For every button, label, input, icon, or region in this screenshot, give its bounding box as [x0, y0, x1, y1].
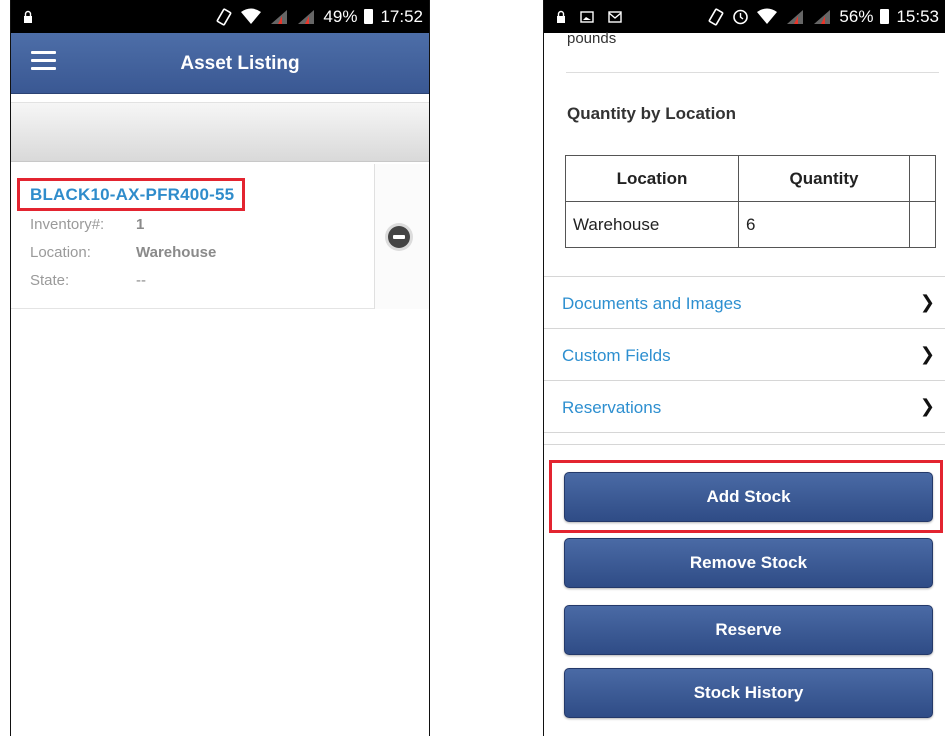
asset-title-link[interactable]: BLACK10-AX-PFR400-55	[17, 178, 246, 211]
mail-icon	[608, 10, 622, 23]
inventory-row: Inventory#: 1	[30, 216, 144, 233]
battery-percent: 49%	[323, 6, 358, 26]
state-label: State:	[30, 272, 70, 289]
wifi-icon	[756, 8, 778, 25]
signal-icon	[269, 9, 289, 25]
app-header: Asset Listing	[11, 33, 429, 94]
link-label: Custom Fields	[562, 346, 671, 365]
chevron-right-icon: ❯	[919, 344, 935, 364]
signal-icon	[785, 9, 805, 25]
reserve-button[interactable]: Reserve	[564, 605, 933, 655]
cell-extra	[909, 201, 936, 248]
signal-icon	[812, 9, 832, 25]
stock-history-button[interactable]: Stock History	[564, 668, 933, 718]
asset-detail-screen: 56% 15:53 pounds Quantity by Location Lo…	[543, 0, 945, 736]
chevron-right-icon: ❯	[919, 396, 935, 416]
lock-icon	[23, 10, 33, 24]
remove-stock-button[interactable]: Remove Stock	[564, 538, 933, 588]
location-value: Warehouse	[136, 244, 217, 261]
image-notification-icon	[580, 10, 594, 23]
battery-percent: 56%	[839, 6, 874, 26]
table-row: Warehouse 6	[565, 201, 936, 248]
custom-fields-link[interactable]: Custom Fields ❯	[544, 329, 945, 381]
quantity-by-location-table: Location Quantity Warehouse 6	[565, 155, 936, 248]
asset-list-item[interactable]: BLACK10-AX-PFR400-55 Inventory#: 1 Locati…	[11, 164, 429, 309]
status-bar: 49% 17:52	[11, 0, 429, 33]
location-label: Location:	[30, 244, 91, 261]
vibrate-icon	[707, 8, 725, 26]
link-label: Documents and Images	[562, 294, 742, 313]
remove-circle-icon[interactable]	[388, 226, 410, 248]
location-row: Location: Warehouse	[30, 244, 216, 261]
inventory-value: 1	[136, 216, 145, 233]
page-title: Asset Listing	[180, 53, 300, 74]
documents-and-images-link[interactable]: Documents and Images ❯	[544, 277, 945, 329]
filter-toolbar	[11, 102, 429, 162]
detail-links: Documents and Images ❯ Custom Fields ❯ R…	[544, 276, 945, 445]
link-label: Reservations	[562, 398, 662, 417]
column-header-extra	[909, 155, 936, 202]
add-stock-button[interactable]: Add Stock	[564, 472, 933, 522]
spacer	[544, 433, 945, 445]
column-header-location: Location	[565, 155, 739, 202]
status-bar: 56% 15:53	[544, 0, 945, 33]
inventory-label: Inventory#:	[30, 216, 105, 233]
wifi-icon	[240, 8, 262, 25]
column-header-quantity: Quantity	[738, 155, 910, 202]
battery-icon	[364, 9, 374, 24]
cell-quantity: 6	[738, 201, 910, 248]
divider	[566, 72, 939, 73]
section-heading: Quantity by Location	[567, 104, 737, 123]
lock-icon	[556, 10, 566, 24]
clock: 17:52	[380, 6, 423, 26]
reservations-link[interactable]: Reservations ❯	[544, 381, 945, 433]
state-value: --	[136, 272, 146, 289]
vibrate-icon	[215, 8, 233, 26]
cell-location: Warehouse	[565, 201, 739, 248]
battery-icon	[880, 9, 890, 24]
remove-column	[374, 164, 429, 309]
chevron-right-icon: ❯	[919, 292, 935, 312]
table-header-row: Location Quantity	[565, 155, 936, 202]
weight-unit-text: pounds	[567, 30, 617, 47]
asset-listing-screen: 49% 17:52 Asset Listing BLACK10-AX-PFR40…	[10, 0, 430, 736]
alarm-icon	[732, 8, 749, 25]
signal-icon	[296, 9, 316, 25]
state-row: State: --	[30, 272, 146, 289]
clock: 15:53	[896, 6, 939, 26]
